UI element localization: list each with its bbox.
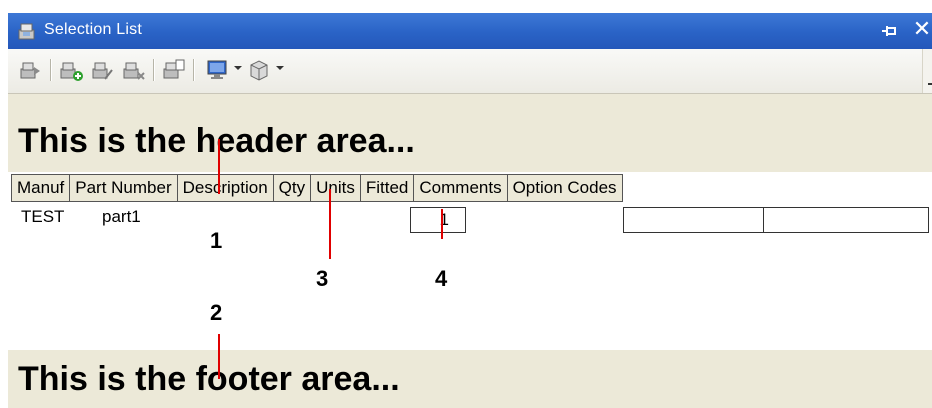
monitor-dropdown-arrow-icon[interactable] [234,66,242,70]
footer-area: This is the footer area... [8,350,932,408]
header-area-text: This is the header area... [18,122,415,160]
qty-field[interactable]: 1 [410,207,466,233]
close-icon[interactable]: ✕ [910,17,932,43]
part-number-cell: part1 [102,207,141,226]
title-bar[interactable]: Selection List ✕ [8,13,932,49]
column-header-qty[interactable]: Qty [272,174,312,202]
table-row[interactable]: TEST part1 1 [8,207,932,233]
column-header-units[interactable]: Units [310,174,361,202]
option-codes-field[interactable] [763,207,929,233]
add-part-icon[interactable] [58,57,84,83]
column-header-part-number[interactable]: Part Number [69,174,178,202]
footer-area-text: This is the footer area... [18,360,400,398]
toolbar [8,49,932,94]
column-header-option-codes[interactable]: Option Codes [506,174,623,202]
column-header-description[interactable]: Description [176,174,274,202]
toolbar-separator [50,59,52,81]
window-title: Selection List [44,21,142,38]
annotation-line-4 [441,209,443,239]
annotation-line-2 [218,334,220,379]
toolbar-separator [193,59,195,81]
toolbar-separator [153,59,155,81]
manuf-cell: TEST [21,207,65,226]
selection-list-window: Selection List ✕ This is the header area… [0,0,932,408]
box-dropdown-arrow-icon[interactable] [276,66,284,70]
selection-list-app-icon [18,23,35,40]
toolbar-overflow-icon[interactable] [928,83,932,89]
annotation-label-2: 2 [210,300,223,325]
edit-part-icon[interactable] [90,57,116,83]
annotation-line-1 [218,139,220,194]
annotation-label-3: 3 [316,266,329,291]
monitor-dropdown-icon[interactable] [204,57,230,83]
transfer-icon[interactable] [18,57,44,83]
column-header-comments[interactable]: Comments [413,174,508,202]
pin-icon[interactable] [879,21,899,41]
column-header-row: Manuf Part Number Description Qty Units … [10,174,623,202]
copy-list-icon[interactable] [161,57,187,83]
column-header-fitted[interactable]: Fitted [359,174,415,202]
column-header-manuf[interactable]: Manuf [10,174,71,202]
header-area: This is the header area... [8,94,932,172]
selection-list-content: This is the header area... Manuf Part Nu… [8,94,932,408]
remove-part-icon[interactable] [121,57,147,83]
box-dropdown-icon[interactable] [246,57,272,83]
annotation-label-1: 1 [210,228,223,253]
annotation-line-3 [329,189,331,259]
comments-field[interactable] [623,207,764,233]
annotation-label-4: 4 [435,266,448,291]
